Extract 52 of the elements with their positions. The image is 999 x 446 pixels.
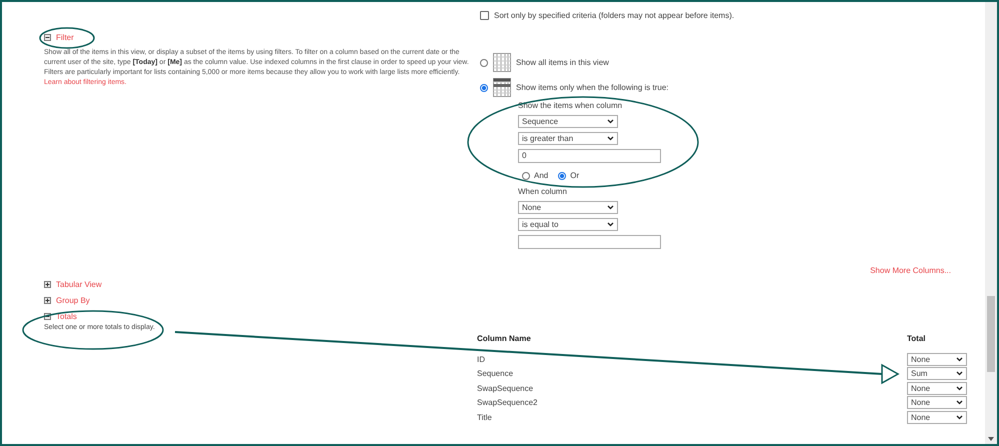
total-dropdown[interactable]: None — [907, 396, 967, 409]
caret-icon[interactable] — [956, 386, 963, 390]
table-cell-text: Sequence — [477, 369, 514, 378]
grid-icon — [493, 53, 511, 72]
column-header: Total — [907, 334, 927, 343]
radio-button[interactable] — [480, 84, 488, 92]
caret-icon[interactable] — [607, 222, 614, 227]
caret-icon[interactable] — [956, 356, 963, 362]
table-cell-text: SwapSequence — [477, 384, 534, 392]
radio-button[interactable] — [480, 58, 488, 66]
option-label: Show all items in this view — [516, 58, 609, 67]
checkbox-label: Sort only by specified criteria (folders may not appear before items). — [494, 11, 734, 20]
caret-icon[interactable] — [956, 414, 963, 420]
section-title[interactable]: Group By — [56, 296, 90, 305]
section-title[interactable]: Tabular View — [56, 280, 102, 289]
column-dropdown[interactable]: None — [518, 201, 618, 214]
scrollbar-thumb[interactable] — [987, 296, 995, 372]
show-more-columns-link[interactable]: Show More Columns... — [870, 266, 951, 275]
filtered-grid-icon — [493, 78, 511, 97]
expand-icon[interactable] — [44, 297, 51, 304]
column-dropdown[interactable]: Sequence — [518, 115, 618, 128]
condition-label: When column — [518, 187, 567, 197]
total-dropdown[interactable]: None — [907, 352, 967, 366]
collapse-icon[interactable] — [44, 34, 51, 41]
expand-icon[interactable] — [44, 281, 51, 288]
scroll-down-icon[interactable] — [988, 437, 994, 441]
annotation-ellipse — [39, 27, 95, 49]
option-label: Show items only when the following is true: — [516, 83, 669, 92]
section-title[interactable]: Filter — [56, 33, 74, 42]
caret-icon[interactable] — [607, 205, 614, 210]
value-field[interactable] — [518, 235, 661, 249]
total-dropdown[interactable]: Sum — [907, 367, 967, 380]
value-field[interactable]: 0 — [518, 149, 661, 163]
total-dropdown[interactable]: None — [907, 410, 967, 424]
radio-button[interactable] — [558, 172, 566, 180]
scrollbar[interactable] — [985, 2, 997, 444]
table-cell-text: SwapSequence2 — [477, 398, 538, 407]
caret-icon[interactable] — [607, 119, 614, 124]
column-header: Column Name — [477, 334, 532, 343]
caret-icon[interactable] — [956, 400, 963, 405]
section-title[interactable]: Totals — [56, 312, 77, 321]
total-dropdown[interactable]: None — [907, 382, 967, 394]
radio-button[interactable] — [522, 172, 530, 180]
operator-dropdown[interactable]: is equal to — [518, 218, 618, 231]
caret-icon[interactable] — [607, 136, 614, 141]
checkbox[interactable] — [480, 11, 489, 20]
table-cell-text: Title — [477, 412, 493, 422]
caret-icon[interactable] — [956, 371, 963, 376]
table-cell-text: ID — [477, 354, 486, 364]
operator-dropdown[interactable]: is greater than — [518, 132, 618, 145]
radio-label: Or — [570, 171, 580, 180]
radio-label: And — [534, 171, 548, 180]
